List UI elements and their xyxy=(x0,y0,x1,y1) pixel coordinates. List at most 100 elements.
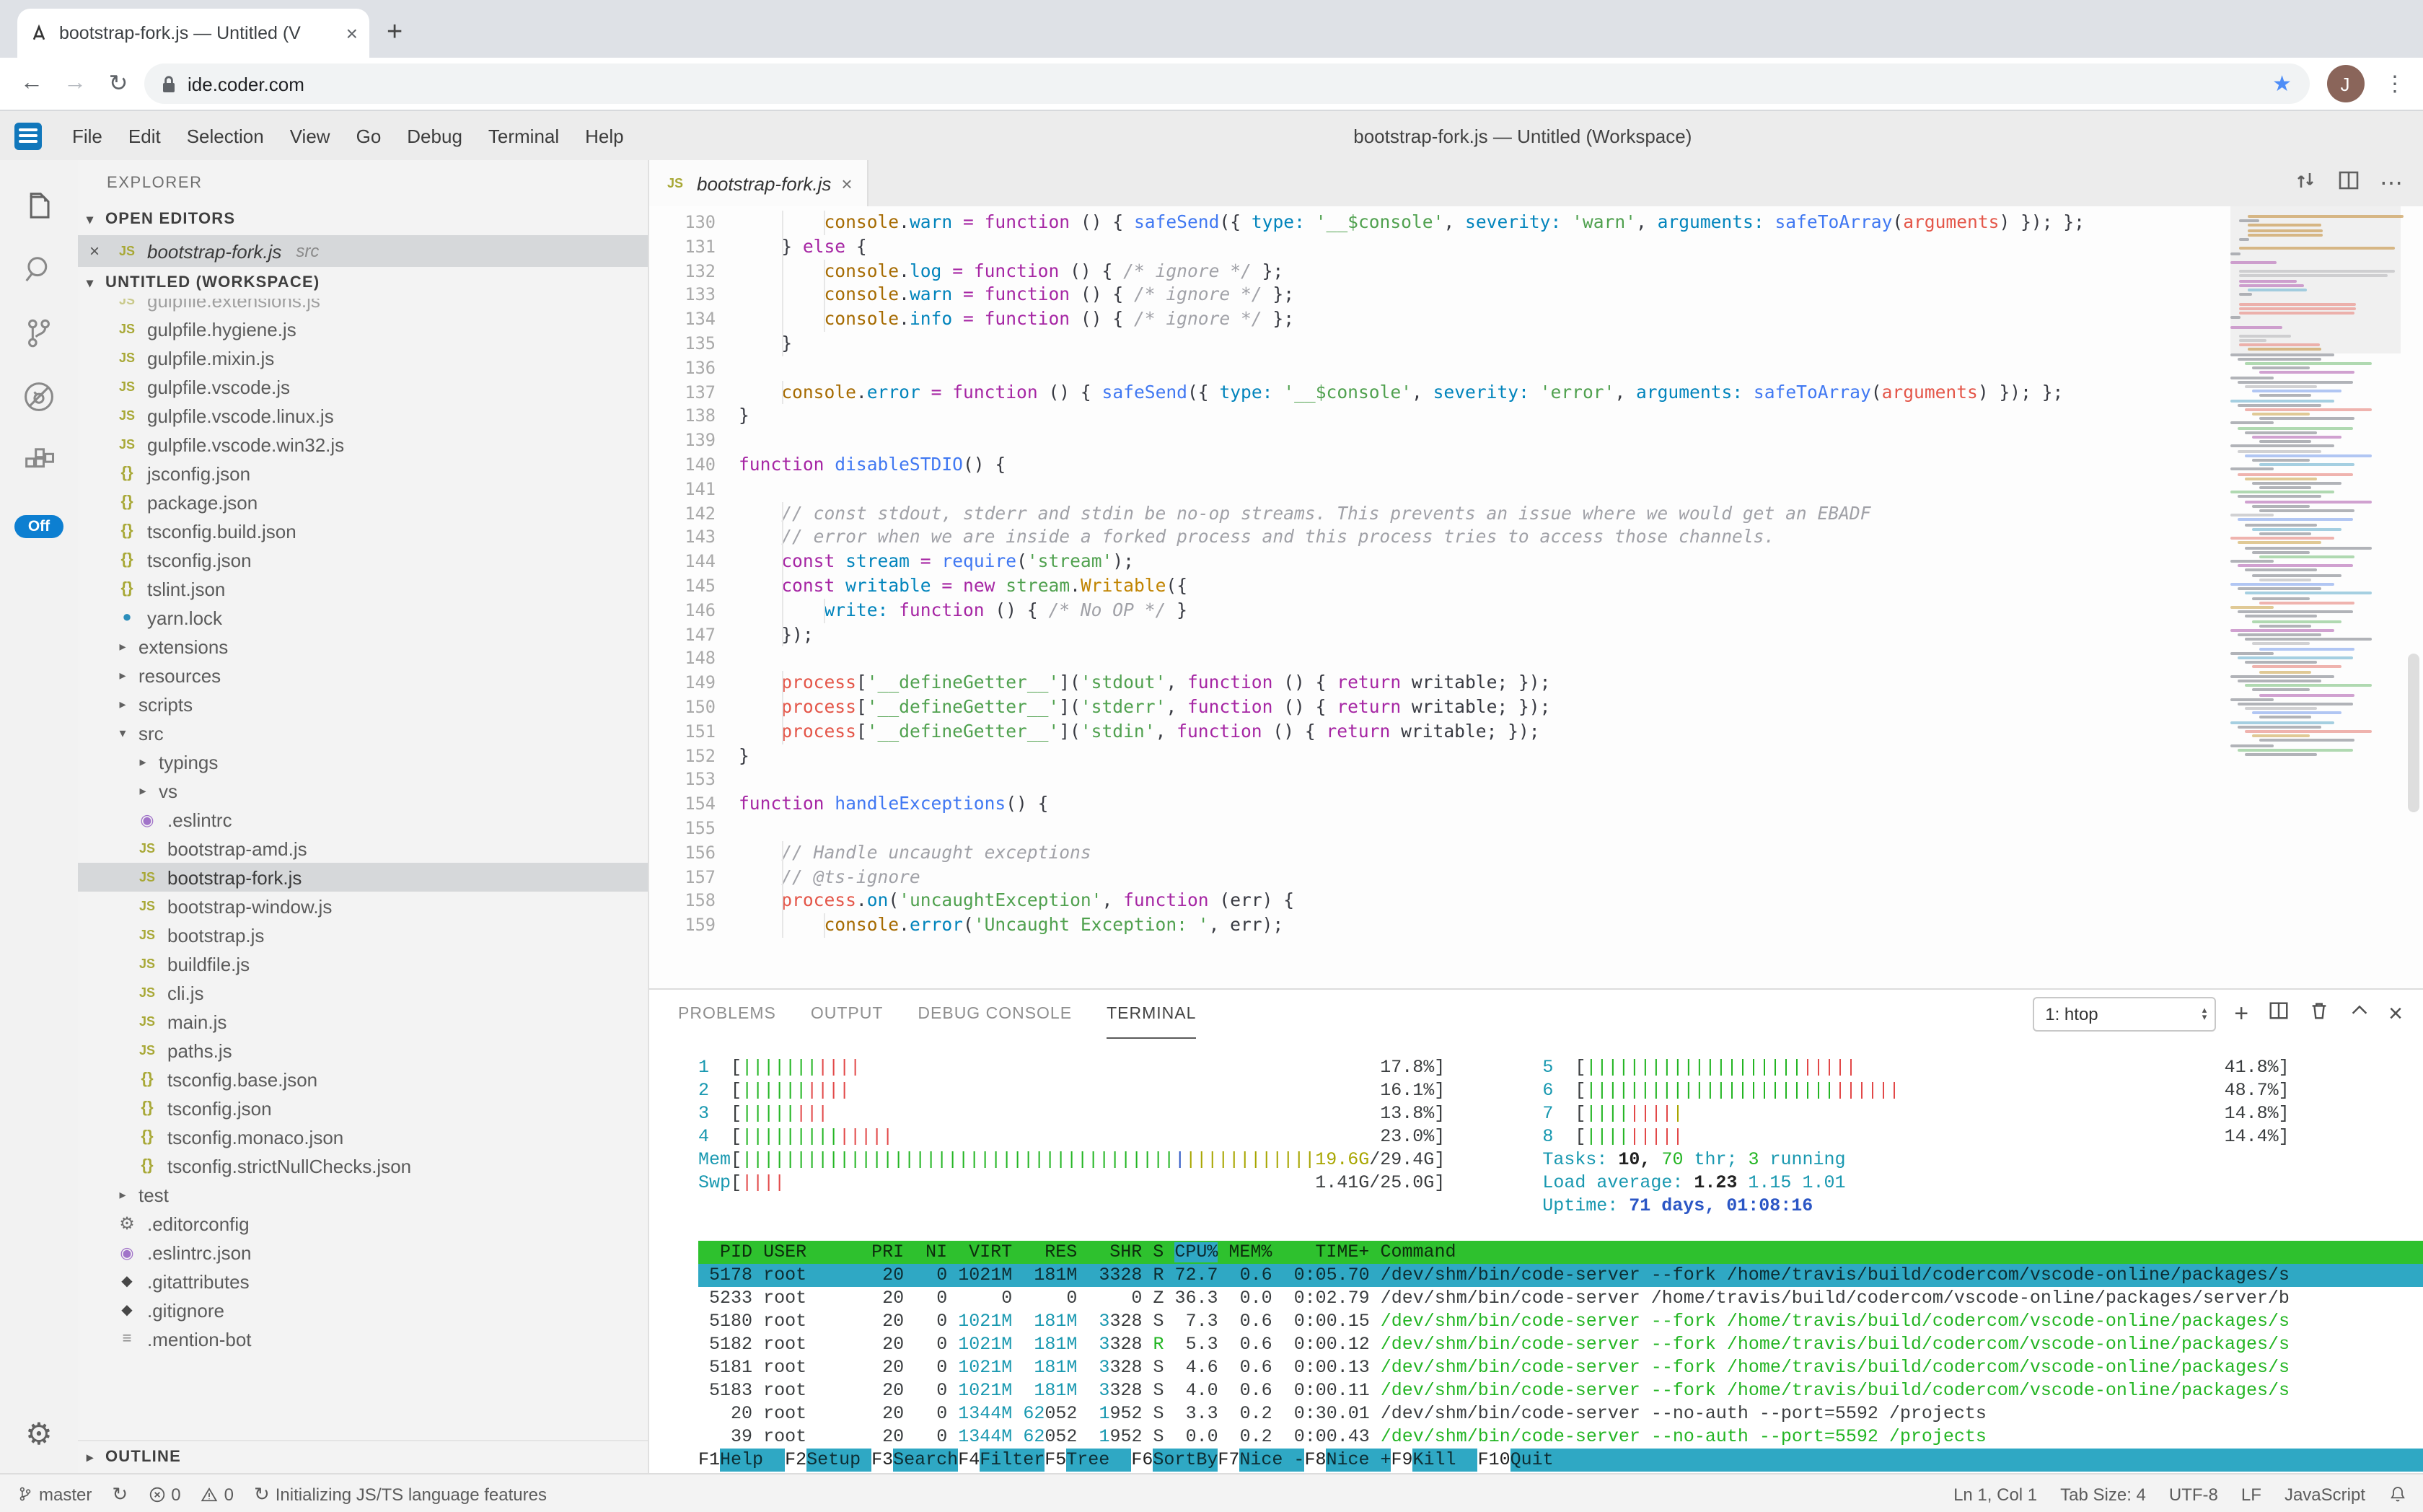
file-row-.mention-bot[interactable]: ≡.mention-bot xyxy=(78,1324,648,1353)
kill-terminal-icon[interactable] xyxy=(2308,999,2329,1028)
source-control-icon[interactable] xyxy=(7,302,71,365)
menu-debug[interactable]: Debug xyxy=(394,125,475,146)
toggle-changes-icon[interactable] xyxy=(2293,168,2316,198)
add-terminal-icon[interactable]: + xyxy=(2234,1001,2248,1026)
file-row-gulpfile.vscode.win32.js[interactable]: JSgulpfile.vscode.win32.js xyxy=(78,430,648,459)
file-row-yarn.lock[interactable]: ●yarn.lock xyxy=(78,603,648,632)
editor-tab[interactable]: JS bootstrap-fork.js × xyxy=(649,160,869,206)
forward-icon[interactable]: → xyxy=(58,71,92,97)
menu-selection[interactable]: Selection xyxy=(174,125,277,146)
status-tab-size-4[interactable]: Tab Size: 4 xyxy=(2060,1485,2146,1505)
avatar[interactable]: J xyxy=(2326,65,2364,102)
bookmark-star-icon[interactable]: ★ xyxy=(2272,71,2292,97)
editor-tab-close-icon[interactable]: × xyxy=(841,172,852,194)
settings-gear-icon[interactable]: ⚙ xyxy=(25,1417,53,1453)
tab-close-icon[interactable]: × xyxy=(346,23,358,43)
browser-tab[interactable]: bootstrap-fork.js — Untitled (V × xyxy=(17,9,369,58)
open-editors-header[interactable]: ▾ OPEN EDITORS xyxy=(78,203,648,235)
terminal-output[interactable]: 1 [||||||||||| 17.8%] 5 [|||||||||||||||… xyxy=(649,1037,2423,1473)
file-row-.editorconfig[interactable]: ⚙.editorconfig xyxy=(78,1209,648,1238)
file-row-package.json[interactable]: {}package.json xyxy=(78,488,648,517)
file-row-.eslintrc.json[interactable]: ◉.eslintrc.json xyxy=(78,1238,648,1267)
file-row-tsconfig.json[interactable]: {}tsconfig.json xyxy=(78,1094,648,1122)
off-badge[interactable]: Off xyxy=(15,515,63,538)
address-bar[interactable]: ide.coder.com ★ xyxy=(144,63,2309,104)
back-icon[interactable]: ← xyxy=(14,71,49,97)
code-editor[interactable]: 130 console.warn = function () { safeSen… xyxy=(649,206,2423,988)
file-row-tsconfig.monaco.json[interactable]: {}tsconfig.monaco.json xyxy=(78,1122,648,1151)
file-row-tsconfig.json[interactable]: {}tsconfig.json xyxy=(78,545,648,574)
htop-process-row[interactable]: 5181 root 20 0 1021M 181M 3328 S 4.6 0.6… xyxy=(698,1356,2423,1379)
htop-process-row[interactable]: 5233 root 20 0 0 0 0 Z 36.3 0.0 0:02.79 … xyxy=(698,1287,2423,1310)
panel-tab-output[interactable]: OUTPUT xyxy=(811,990,884,1039)
file-row-gulpfile.mixin.js[interactable]: JSgulpfile.mixin.js xyxy=(78,343,648,372)
browser-menu-icon[interactable]: ⋮ xyxy=(2384,71,2406,97)
split-editor-icon[interactable] xyxy=(2336,168,2360,198)
htop-process-row[interactable]: 20 root 20 0 1344M 62052 1952 S 3.3 0.2 … xyxy=(698,1402,2423,1425)
file-row-gulpfile.vscode.js[interactable]: JSgulpfile.vscode.js xyxy=(78,372,648,401)
file-row-.eslintrc[interactable]: ◉.eslintrc xyxy=(78,805,648,834)
file-row-gulpfile.hygiene.js[interactable]: JSgulpfile.hygiene.js xyxy=(78,315,648,343)
status-javascript[interactable]: JavaScript xyxy=(2285,1485,2365,1505)
status-ln-1-col-1[interactable]: Ln 1, Col 1 xyxy=(1953,1485,2037,1505)
status-lf[interactable]: LF xyxy=(2241,1485,2261,1505)
status-error[interactable]: 0 xyxy=(148,1485,180,1505)
panel-tab-debug-console[interactable]: DEBUG CONSOLE xyxy=(918,990,1072,1039)
file-row-main.js[interactable]: JSmain.js xyxy=(78,1007,648,1036)
htop-process-row[interactable]: 5182 root 20 0 1021M 181M 3328 R 5.3 0.6… xyxy=(698,1333,2423,1356)
maximize-panel-icon[interactable] xyxy=(2348,999,2370,1028)
file-row-tsconfig.strictNullChecks.json[interactable]: {}tsconfig.strictNullChecks.json xyxy=(78,1151,648,1180)
status-sync[interactable]: ↻ xyxy=(112,1483,128,1506)
file-row-typings[interactable]: ▸typings xyxy=(78,747,648,776)
terminal-select[interactable]: 1: htop ▴▾ xyxy=(2032,996,2215,1031)
open-editor-item[interactable]: × JS bootstrap-fork.js src xyxy=(78,235,648,267)
file-row-buildfile.js[interactable]: JSbuildfile.js xyxy=(78,949,648,978)
extensions-icon[interactable] xyxy=(7,428,71,492)
status-sync[interactable]: ↻Initializing JS/TS language features xyxy=(254,1483,547,1506)
file-row-bootstrap.js[interactable]: JSbootstrap.js xyxy=(78,920,648,949)
editor-scrollbar[interactable] xyxy=(2407,654,2419,812)
search-icon[interactable] xyxy=(7,238,71,302)
file-row-.gitattributes[interactable]: ◆.gitattributes xyxy=(78,1267,648,1296)
file-row-resources[interactable]: ▸resources xyxy=(78,661,648,690)
menu-edit[interactable]: Edit xyxy=(115,125,174,146)
file-row-extensions[interactable]: ▸extensions xyxy=(78,632,648,661)
file-row-bootstrap-fork.js[interactable]: JSbootstrap-fork.js xyxy=(78,863,648,892)
file-row-.gitignore[interactable]: ◆.gitignore xyxy=(78,1296,648,1324)
file-row-test[interactable]: ▸test xyxy=(78,1180,648,1209)
new-tab-button[interactable]: + xyxy=(387,17,403,49)
panel-tab-problems[interactable]: PROBLEMS xyxy=(678,990,776,1039)
close-panel-icon[interactable]: × xyxy=(2388,1001,2403,1026)
status-warning[interactable]: 0 xyxy=(201,1485,234,1505)
file-row-vs[interactable]: ▸vs xyxy=(78,776,648,805)
file-row-bootstrap-window.js[interactable]: JSbootstrap-window.js xyxy=(78,892,648,920)
debug-disabled-icon[interactable] xyxy=(7,365,71,428)
file-row-cli.js[interactable]: JScli.js xyxy=(78,978,648,1007)
file-row-src[interactable]: ▾src xyxy=(78,718,648,747)
split-terminal-icon[interactable] xyxy=(2267,999,2289,1028)
more-actions-icon[interactable]: ⋯ xyxy=(2380,169,2403,198)
file-row-jsconfig.json[interactable]: {}jsconfig.json xyxy=(78,459,648,488)
status-branch[interactable]: master xyxy=(17,1485,92,1505)
reload-icon[interactable]: ↻ xyxy=(101,69,136,98)
outline-header[interactable]: ▸ OUTLINE xyxy=(78,1440,648,1473)
file-row-tsconfig.build.json[interactable]: {}tsconfig.build.json xyxy=(78,517,648,545)
panel-tab-terminal[interactable]: TERMINAL xyxy=(1107,990,1196,1039)
menu-help[interactable]: Help xyxy=(572,125,637,146)
file-row-tsconfig.base.json[interactable]: {}tsconfig.base.json xyxy=(78,1065,648,1094)
htop-process-row[interactable]: 5178 root 20 0 1021M 181M 3328 R 72.7 0.… xyxy=(698,1264,2423,1287)
close-icon[interactable]: × xyxy=(89,241,107,261)
status-utf-8[interactable]: UTF-8 xyxy=(2169,1485,2218,1505)
htop-process-row[interactable]: 5183 root 20 0 1021M 181M 3328 S 4.0 0.6… xyxy=(698,1379,2423,1402)
file-row-gulpfile.vscode.linux.js[interactable]: JSgulpfile.vscode.linux.js xyxy=(78,401,648,430)
file-row-tslint.json[interactable]: {}tslint.json xyxy=(78,574,648,603)
menu-file[interactable]: File xyxy=(59,125,115,146)
menu-view[interactable]: View xyxy=(277,125,343,146)
menu-go[interactable]: Go xyxy=(343,125,395,146)
file-row-scripts[interactable]: ▸scripts xyxy=(78,690,648,718)
status-bell[interactable] xyxy=(2388,1485,2406,1505)
file-row-bootstrap-amd.js[interactable]: JSbootstrap-amd.js xyxy=(78,834,648,863)
files-icon[interactable] xyxy=(7,175,71,238)
htop-process-row[interactable]: 39 root 20 0 1344M 62052 1952 S 0.0 0.2 … xyxy=(698,1425,2423,1449)
htop-process-row[interactable]: 5180 root 20 0 1021M 181M 3328 S 7.3 0.6… xyxy=(698,1310,2423,1333)
